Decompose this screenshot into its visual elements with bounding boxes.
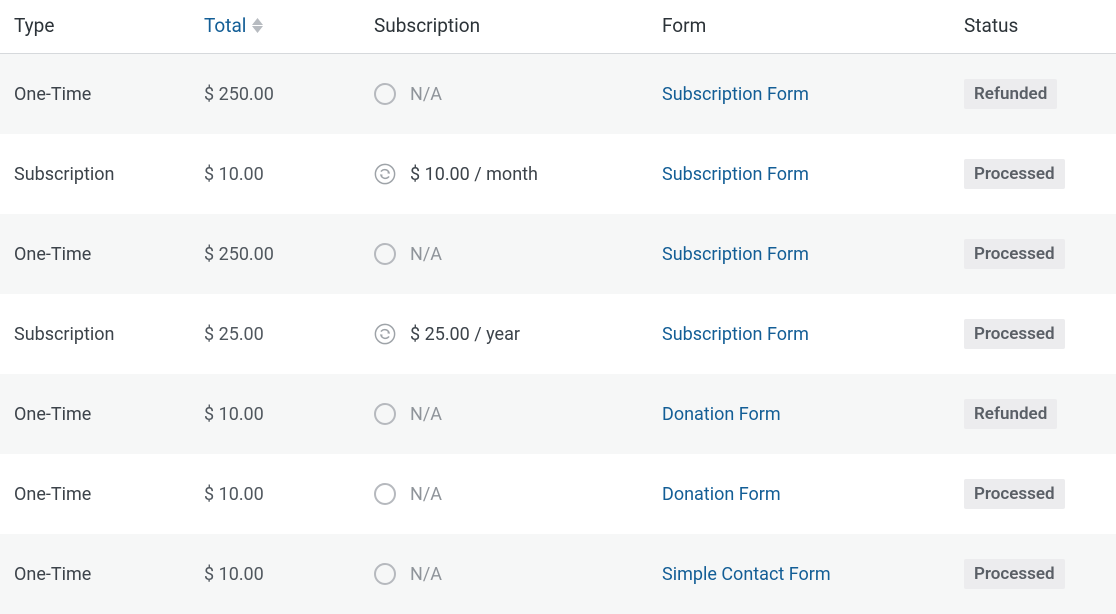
payments-table: Type Total Subscription Form Status One-… — [0, 0, 1116, 614]
table-row: One-Time$ 10.00 N/A Donation Form Refunded — [0, 374, 1116, 454]
circle-icon — [374, 483, 396, 505]
cell-type: One-Time — [0, 484, 204, 505]
cell-type: One-Time — [0, 564, 204, 585]
cell-form: Subscription Form — [662, 244, 964, 265]
col-header-form[interactable]: Form — [662, 14, 964, 37]
cell-subscription: N/A — [374, 243, 662, 265]
cell-subscription: $ 25.00 / year — [374, 323, 662, 345]
cell-type: One-Time — [0, 404, 204, 425]
col-header-total[interactable]: Total — [204, 14, 263, 37]
table-row: One-Time$ 250.00 N/A Subscription Form Proc… — [0, 214, 1116, 294]
subscription-text: N/A — [410, 84, 442, 105]
status-badge: Processed — [964, 479, 1065, 509]
cell-total: $ 10.00 — [204, 164, 374, 185]
cell-type: One-Time — [0, 244, 204, 265]
table-row: One-Time$ 250.00 N/A Subscription Form Refu… — [0, 54, 1116, 134]
renew-icon — [374, 163, 396, 185]
cell-total: $ 25.00 — [204, 324, 374, 345]
cell-subscription: $ 10.00 / month — [374, 163, 662, 185]
cell-form: Subscription Form — [662, 84, 964, 105]
table-row: Subscription$ 10.00 $ 10.00 / month Subscr… — [0, 134, 1116, 214]
circle-icon — [374, 243, 396, 265]
circle-icon — [374, 563, 396, 585]
cell-total: $ 250.00 — [204, 244, 374, 265]
form-link[interactable]: Donation Form — [662, 404, 781, 425]
status-badge: Refunded — [964, 79, 1057, 109]
cell-status: Processed — [964, 159, 1116, 189]
cell-form: Subscription Form — [662, 164, 964, 185]
form-link[interactable]: Subscription Form — [662, 324, 809, 345]
table-header: Type Total Subscription Form Status — [0, 0, 1116, 54]
table-row: Subscription$ 25.00 $ 25.00 / year Subscri… — [0, 294, 1116, 374]
table-row: One-Time$ 10.00 N/A Donation Form Processed — [0, 454, 1116, 534]
col-header-subscription[interactable]: Subscription — [374, 14, 662, 37]
cell-total: $ 10.00 — [204, 484, 374, 505]
cell-form: Donation Form — [662, 404, 964, 425]
cell-type: Subscription — [0, 324, 204, 345]
circle-icon — [374, 403, 396, 425]
cell-status: Processed — [964, 319, 1116, 349]
col-header-type[interactable]: Type — [0, 14, 204, 37]
form-link[interactable]: Donation Form — [662, 484, 781, 505]
subscription-text: $ 25.00 / year — [410, 324, 520, 345]
cell-type: One-Time — [0, 84, 204, 105]
col-header-status[interactable]: Status — [964, 14, 1116, 37]
cell-status: Refunded — [964, 399, 1116, 429]
cell-subscription: N/A — [374, 83, 662, 105]
table-body: One-Time$ 250.00N/ASubscription FormRefu… — [0, 54, 1116, 614]
cell-status: Processed — [964, 479, 1116, 509]
subscription-text: N/A — [410, 244, 442, 265]
status-badge: Refunded — [964, 399, 1057, 429]
cell-form: Simple Contact Form — [662, 564, 964, 585]
sort-icon — [252, 18, 263, 33]
subscription-text: N/A — [410, 404, 442, 425]
status-badge: Processed — [964, 239, 1065, 269]
cell-status: Processed — [964, 559, 1116, 589]
cell-status: Processed — [964, 239, 1116, 269]
cell-total: $ 250.00 — [204, 84, 374, 105]
cell-status: Refunded — [964, 79, 1116, 109]
status-badge: Processed — [964, 159, 1065, 189]
circle-icon — [374, 83, 396, 105]
cell-form: Donation Form — [662, 484, 964, 505]
form-link[interactable]: Subscription Form — [662, 84, 809, 105]
renew-icon — [374, 323, 396, 345]
form-link[interactable]: Subscription Form — [662, 164, 809, 185]
subscription-text: N/A — [410, 484, 442, 505]
cell-total: $ 10.00 — [204, 564, 374, 585]
cell-subscription: N/A — [374, 403, 662, 425]
cell-subscription: N/A — [374, 563, 662, 585]
form-link[interactable]: Subscription Form — [662, 244, 809, 265]
subscription-text: N/A — [410, 564, 442, 585]
table-row: One-Time$ 10.00 N/A Simple Contact Form Pro… — [0, 534, 1116, 614]
cell-total: $ 10.00 — [204, 404, 374, 425]
form-link[interactable]: Simple Contact Form — [662, 564, 831, 585]
status-badge: Processed — [964, 559, 1065, 589]
subscription-text: $ 10.00 / month — [410, 164, 538, 185]
col-header-total-label: Total — [204, 14, 246, 37]
cell-form: Subscription Form — [662, 324, 964, 345]
cell-subscription: N/A — [374, 483, 662, 505]
cell-type: Subscription — [0, 164, 204, 185]
status-badge: Processed — [964, 319, 1065, 349]
